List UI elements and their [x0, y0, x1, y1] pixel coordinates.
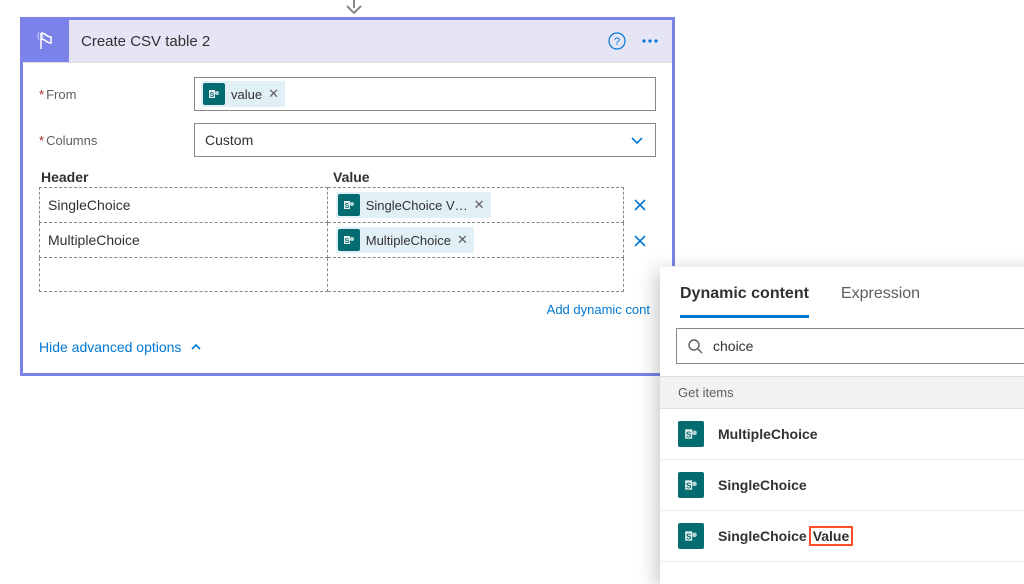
- chevron-down-icon: [629, 132, 645, 148]
- dc-item-label: SingleChoiceValue: [718, 528, 853, 544]
- action-card: { } Create CSV table 2 ? *From S value ✕: [20, 17, 675, 376]
- search-icon: [687, 338, 703, 354]
- value-cell[interactable]: S MultipleChoice ✕: [328, 223, 625, 258]
- dynamic-content-panel: Dynamic content Expression Get items S M…: [660, 266, 1024, 584]
- dc-item[interactable]: S MultipleChoice: [660, 409, 1024, 460]
- value-cell[interactable]: S SingleChoice V… ✕: [328, 187, 625, 223]
- sharepoint-icon: S: [678, 523, 704, 549]
- flow-arrow-icon: [343, 0, 365, 16]
- dc-search-input[interactable]: [713, 338, 1024, 354]
- token-remove-icon[interactable]: ✕: [268, 86, 279, 102]
- card-header[interactable]: { } Create CSV table 2 ?: [23, 20, 672, 63]
- from-label: *From: [39, 87, 194, 102]
- card-title: Create CSV table 2: [69, 33, 608, 50]
- more-menu-icon[interactable]: [640, 32, 660, 50]
- token-remove-icon[interactable]: ✕: [474, 197, 485, 213]
- sharepoint-icon: S: [678, 472, 704, 498]
- sharepoint-icon: S: [338, 229, 360, 251]
- value-token[interactable]: S SingleChoice V… ✕: [336, 192, 491, 218]
- header-cell[interactable]: MultipleChoice: [39, 223, 328, 258]
- from-token[interactable]: S value ✕: [201, 81, 285, 107]
- chevron-up-icon: [189, 340, 203, 354]
- delete-row-button: [624, 258, 656, 292]
- dc-search-box[interactable]: [676, 328, 1024, 364]
- delete-row-button[interactable]: [624, 187, 656, 223]
- from-input[interactable]: S value ✕: [194, 77, 656, 111]
- dc-item[interactable]: S SingleChoice: [660, 460, 1024, 511]
- grid-header-value: Value: [329, 169, 656, 185]
- grid-column-headers: Header Value: [39, 169, 656, 185]
- dc-tabs: Dynamic content Expression: [660, 267, 1024, 318]
- token-label: MultipleChoice: [366, 233, 451, 248]
- columns-select[interactable]: Custom: [194, 123, 656, 157]
- header-cell[interactable]: [39, 258, 328, 292]
- svg-text:{ }: { }: [37, 33, 44, 40]
- value-token[interactable]: S MultipleChoice ✕: [336, 227, 474, 253]
- columns-value: Custom: [205, 132, 253, 148]
- svg-text:S: S: [686, 482, 692, 491]
- header-cell[interactable]: SingleChoice: [39, 187, 328, 223]
- token-label: SingleChoice V…: [366, 198, 468, 213]
- dc-item[interactable]: S SingleChoiceValue: [660, 511, 1024, 562]
- svg-text:S: S: [686, 533, 692, 542]
- delete-row-button[interactable]: [624, 223, 656, 258]
- token-remove-icon[interactable]: ✕: [457, 232, 468, 248]
- highlight-box: Value: [809, 526, 854, 546]
- from-row: *From S value ✕: [39, 77, 656, 111]
- table-row: [39, 258, 656, 292]
- svg-text:?: ?: [614, 36, 620, 48]
- svg-text:S: S: [686, 431, 692, 440]
- dc-item-label: SingleChoice: [718, 477, 807, 493]
- tab-dynamic-content[interactable]: Dynamic content: [680, 285, 809, 318]
- dc-item-label: MultipleChoice: [718, 426, 818, 442]
- svg-text:S: S: [210, 92, 215, 99]
- add-dynamic-content-link[interactable]: Add dynamic cont: [39, 302, 656, 317]
- table-row: SingleChoice S SingleChoice V… ✕: [39, 187, 656, 223]
- help-icon[interactable]: ?: [608, 32, 626, 50]
- token-label: value: [231, 87, 262, 102]
- sharepoint-icon: S: [678, 421, 704, 447]
- sharepoint-icon: S: [338, 194, 360, 216]
- sharepoint-icon: S: [203, 83, 225, 105]
- svg-text:S: S: [344, 238, 349, 245]
- grid-header-header: Header: [39, 169, 329, 185]
- action-type-icon: { }: [23, 20, 69, 62]
- value-cell[interactable]: [328, 258, 625, 292]
- table-row: MultipleChoice S MultipleChoice ✕: [39, 223, 656, 258]
- hide-advanced-toggle[interactable]: Hide advanced options: [39, 339, 203, 355]
- tab-expression[interactable]: Expression: [841, 285, 920, 318]
- columns-row: *Columns Custom: [39, 123, 656, 157]
- dc-section-header: Get items: [660, 376, 1024, 409]
- svg-text:S: S: [344, 203, 349, 210]
- columns-label: *Columns: [39, 133, 194, 148]
